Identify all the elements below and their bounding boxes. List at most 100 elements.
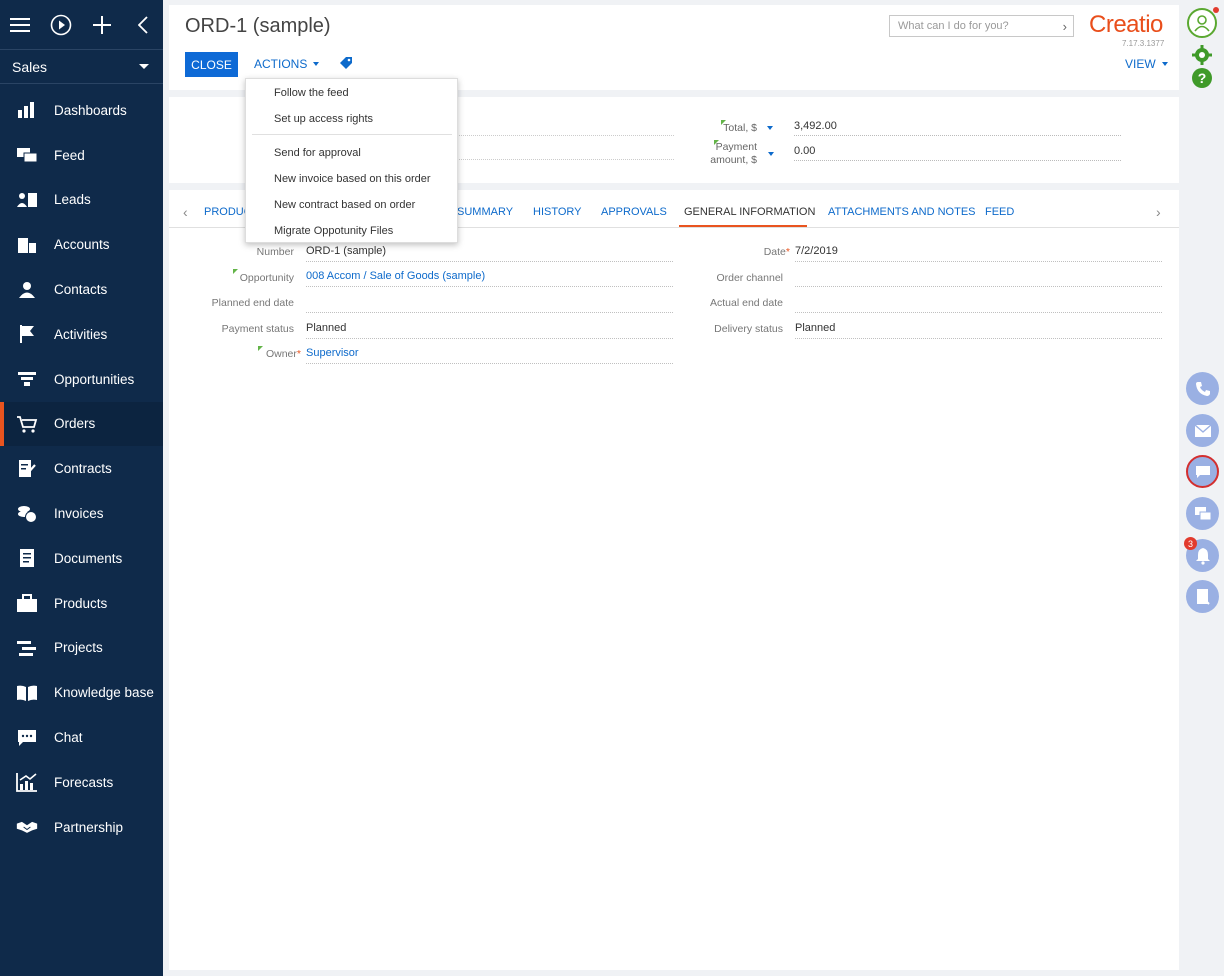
creatio-logo: Creatio xyxy=(1089,11,1163,38)
chevron-down-icon[interactable] xyxy=(767,126,773,130)
sidebar-item-label: Forecasts xyxy=(54,774,114,790)
tab-general-information[interactable]: GENERAL INFORMATION xyxy=(684,206,815,218)
menu-item-migrate-files[interactable]: Migrate Oppotunity Files xyxy=(274,225,393,237)
sidebar: Sales Dashboards Feed Leads Accounts Con… xyxy=(0,0,163,976)
help-icon[interactable]: ? xyxy=(1192,68,1212,88)
command-search-input[interactable]: What can I do for you? › xyxy=(889,15,1074,37)
chat-icon xyxy=(16,727,38,749)
view-label: VIEW xyxy=(1125,57,1156,71)
close-button[interactable]: CLOSE xyxy=(185,52,238,77)
menu-icon[interactable] xyxy=(0,0,41,50)
forecast-icon xyxy=(16,771,38,793)
sidebar-item-feed[interactable]: Feed xyxy=(0,133,163,178)
chevron-right-icon[interactable]: › xyxy=(1063,19,1067,34)
view-button[interactable]: VIEW xyxy=(1125,57,1168,71)
sidebar-item-label: Accounts xyxy=(54,237,110,253)
actions-dropdown-menu: Follow the feed Set up access rights Sen… xyxy=(245,78,458,243)
invoice-icon xyxy=(16,503,38,525)
sidebar-item-leads[interactable]: Leads xyxy=(0,178,163,223)
delivery-status-field[interactable]: Planned xyxy=(795,322,1162,339)
sidebar-item-partnership[interactable]: Partnership xyxy=(0,805,163,850)
sidebar-item-documents[interactable]: Documents xyxy=(0,536,163,581)
actual-end-date-field[interactable] xyxy=(795,296,1162,313)
order-channel-label: Order channel xyxy=(716,272,783,284)
book-icon xyxy=(16,682,38,704)
funnel-icon xyxy=(16,368,38,390)
sidebar-item-projects[interactable]: Projects xyxy=(0,626,163,671)
opportunity-link[interactable]: 008 Accom / Sale of Goods (sample) xyxy=(306,270,673,287)
add-icon[interactable] xyxy=(82,0,123,50)
chevron-down-icon[interactable] xyxy=(768,152,774,156)
document-icon[interactable] xyxy=(1186,580,1219,613)
sidebar-item-label: Contacts xyxy=(54,282,108,298)
owner-label: Owner xyxy=(265,348,297,360)
sidebar-item-contracts[interactable]: Contracts xyxy=(0,446,163,491)
actions-button[interactable]: ACTIONS xyxy=(254,57,320,71)
handshake-icon xyxy=(16,816,38,838)
opportunity-label: Opportunity xyxy=(239,272,294,284)
collapse-icon[interactable] xyxy=(122,0,163,50)
gear-icon[interactable] xyxy=(1191,44,1213,69)
sidebar-item-label: Knowledge base xyxy=(54,685,154,701)
owner-label-wrap: Owner* xyxy=(189,348,301,360)
sidebar-item-accounts[interactable]: Accounts xyxy=(0,222,163,267)
sidebar-item-contacts[interactable]: Contacts xyxy=(0,267,163,312)
tag-icon[interactable] xyxy=(339,56,353,73)
sidebar-item-chat[interactable]: Chat xyxy=(0,715,163,760)
chevron-right-icon[interactable]: › xyxy=(1156,204,1161,220)
payment-status-field[interactable]: Planned xyxy=(306,322,673,339)
tab-approvals[interactable]: APPROVALS xyxy=(601,206,667,218)
profile-avatar-icon[interactable] xyxy=(1187,8,1217,38)
workplace-select[interactable]: Sales xyxy=(0,50,163,84)
divider xyxy=(459,159,674,160)
order-channel-field[interactable] xyxy=(795,270,1162,287)
play-icon[interactable] xyxy=(41,0,82,50)
email-icon[interactable] xyxy=(1186,414,1219,447)
tab-history[interactable]: HISTORY xyxy=(533,206,582,218)
payment-amount-value[interactable]: 0.00 xyxy=(794,145,1121,161)
sidebar-item-label: Activities xyxy=(54,326,108,342)
sidebar-item-label: Invoices xyxy=(54,506,104,522)
bar-chart-icon xyxy=(16,99,38,121)
sidebar-item-label: Leads xyxy=(54,192,91,208)
notification-count-badge: 3 xyxy=(1184,537,1197,550)
tab-attachments-and-notes[interactable]: ATTACHMENTS AND NOTES xyxy=(828,206,976,218)
menu-item-new-invoice[interactable]: New invoice based on this order xyxy=(274,173,431,185)
sidebar-item-dashboards[interactable]: Dashboards xyxy=(0,88,163,133)
tab-summary[interactable]: SUMMARY xyxy=(457,206,513,218)
messages-icon[interactable] xyxy=(1186,497,1219,530)
chevron-left-icon[interactable]: ‹ xyxy=(183,204,188,220)
sidebar-item-orders[interactable]: Orders xyxy=(0,401,163,447)
products-icon xyxy=(16,592,38,614)
sidebar-nav: Dashboards Feed Leads Accounts Contacts … xyxy=(0,88,163,850)
chat-icon[interactable] xyxy=(1186,455,1219,488)
contract-icon xyxy=(16,458,38,480)
sidebar-item-label: Documents xyxy=(54,550,123,566)
required-marker: * xyxy=(296,348,301,360)
planned-end-date-label: Planned end date xyxy=(211,297,294,309)
payment-status-label: Payment status xyxy=(221,323,294,335)
date-field[interactable]: 7/2/2019 xyxy=(795,245,1162,262)
delivery-status-label: Delivery status xyxy=(714,323,783,335)
menu-item-send-for-approval[interactable]: Send for approval xyxy=(274,147,361,159)
search-placeholder: What can I do for you? xyxy=(898,20,1009,32)
planned-end-date-field[interactable] xyxy=(306,296,673,313)
tab-feed[interactable]: FEED xyxy=(985,206,1014,218)
phone-icon[interactable] xyxy=(1186,372,1219,405)
sidebar-item-opportunities[interactable]: Opportunities xyxy=(0,357,163,402)
owner-link[interactable]: Supervisor xyxy=(306,347,673,364)
sidebar-item-label: Chat xyxy=(54,730,83,746)
sidebar-item-invoices[interactable]: Invoices xyxy=(0,491,163,536)
sidebar-item-forecasts[interactable]: Forecasts xyxy=(0,760,163,805)
menu-item-access-rights[interactable]: Set up access rights xyxy=(274,113,373,125)
sidebar-item-activities[interactable]: Activities xyxy=(0,312,163,357)
sidebar-item-label: Dashboards xyxy=(54,102,127,118)
menu-item-follow-feed[interactable]: Follow the feed xyxy=(274,87,349,99)
sidebar-item-products[interactable]: Products xyxy=(0,581,163,626)
sidebar-item-label: Opportunities xyxy=(54,371,135,387)
payment-amount-label-line-1: Payment xyxy=(715,141,757,153)
menu-item-new-contract[interactable]: New contract based on order xyxy=(274,199,415,211)
sidebar-item-knowledge-base[interactable]: Knowledge base xyxy=(0,670,163,715)
total-value[interactable]: 3,492.00 xyxy=(794,120,1121,136)
number-field[interactable]: ORD-1 (sample) xyxy=(306,245,673,262)
